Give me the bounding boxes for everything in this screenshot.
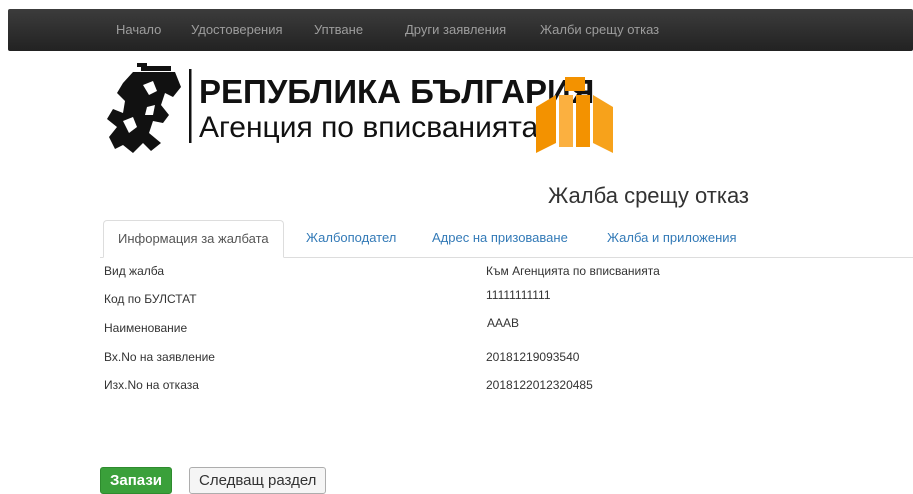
agency-logo: РЕПУБЛИКА БЪЛГАРИЯ Агенция по вписваният… <box>107 63 613 153</box>
complaint-type-label: Вид жалба <box>104 264 165 278</box>
top-navbar: Начало Удостоверения Уптване Други заявл… <box>8 9 913 51</box>
page-title: Жалба срещу отказ <box>548 183 750 208</box>
refusal-number-label: Изх.No на отказа <box>104 378 199 392</box>
name-label: Наименование <box>104 321 188 335</box>
tab-complainant[interactable]: Жалбоподател <box>306 220 396 258</box>
save-button[interactable]: Запази <box>100 467 173 494</box>
complaint-type-value: Към Агенцията по вписванията <box>486 264 660 278</box>
application-number-value: 20181219093540 <box>486 350 580 364</box>
nav-item-complaints[interactable]: Жалби срещу отказ <box>540 9 659 51</box>
bulstat-label: Код по БУЛСТАТ <box>104 292 197 306</box>
next-section-button[interactable]: Следващ раздел <box>189 467 327 494</box>
coat-of-arms-icon <box>107 63 181 153</box>
nav-item-home[interactable]: Начало <box>116 9 161 51</box>
nav-item-certificates[interactable]: Удостоверения <box>191 9 283 51</box>
tab-complaint-attachments[interactable]: Жалба и приложения <box>607 220 737 258</box>
logo-line-1: РЕПУБЛИКА БЪЛГАРИЯ <box>199 73 594 110</box>
logo-line-2: Агенция по вписванията <box>199 111 539 144</box>
tab-summons-address[interactable]: Адрес на призоваване <box>432 220 568 258</box>
nav-item-other-applications[interactable]: Други заявления <box>405 9 506 51</box>
application-number-label: Вх.No на заявление <box>104 350 215 364</box>
bulstat-value: 11111111111 <box>486 288 551 302</box>
name-value: AAAB <box>487 316 520 330</box>
refusal-number-value: 2018122012320485 <box>486 378 593 392</box>
tab-complaint-info[interactable]: Информация за жалбата <box>103 220 284 258</box>
nav-item-inquiry[interactable]: Уптване <box>314 9 363 51</box>
